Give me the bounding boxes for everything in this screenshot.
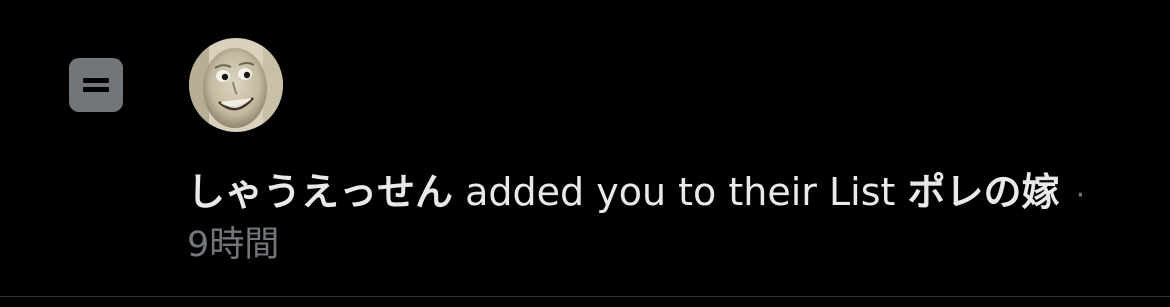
notification-item[interactable]: しゃうえっせん added you to their List ポレの嫁 · 9… (0, 0, 1170, 296)
divider (0, 296, 1170, 297)
separator-dot: · (1075, 178, 1086, 213)
list-name-link[interactable]: ポレの嫁 (908, 170, 1060, 214)
user-avatar-icon (189, 38, 283, 132)
list-icon (69, 58, 123, 112)
list-glyph-icon (83, 78, 109, 92)
notification-message: しゃうえっせん added you to their List ポレの嫁 · (187, 166, 1147, 222)
actor-name-link[interactable]: しゃうえっせん (187, 170, 453, 214)
timestamp: 9時間 (187, 225, 280, 265)
action-text: added you to their List (465, 170, 896, 214)
avatar[interactable] (189, 38, 283, 132)
